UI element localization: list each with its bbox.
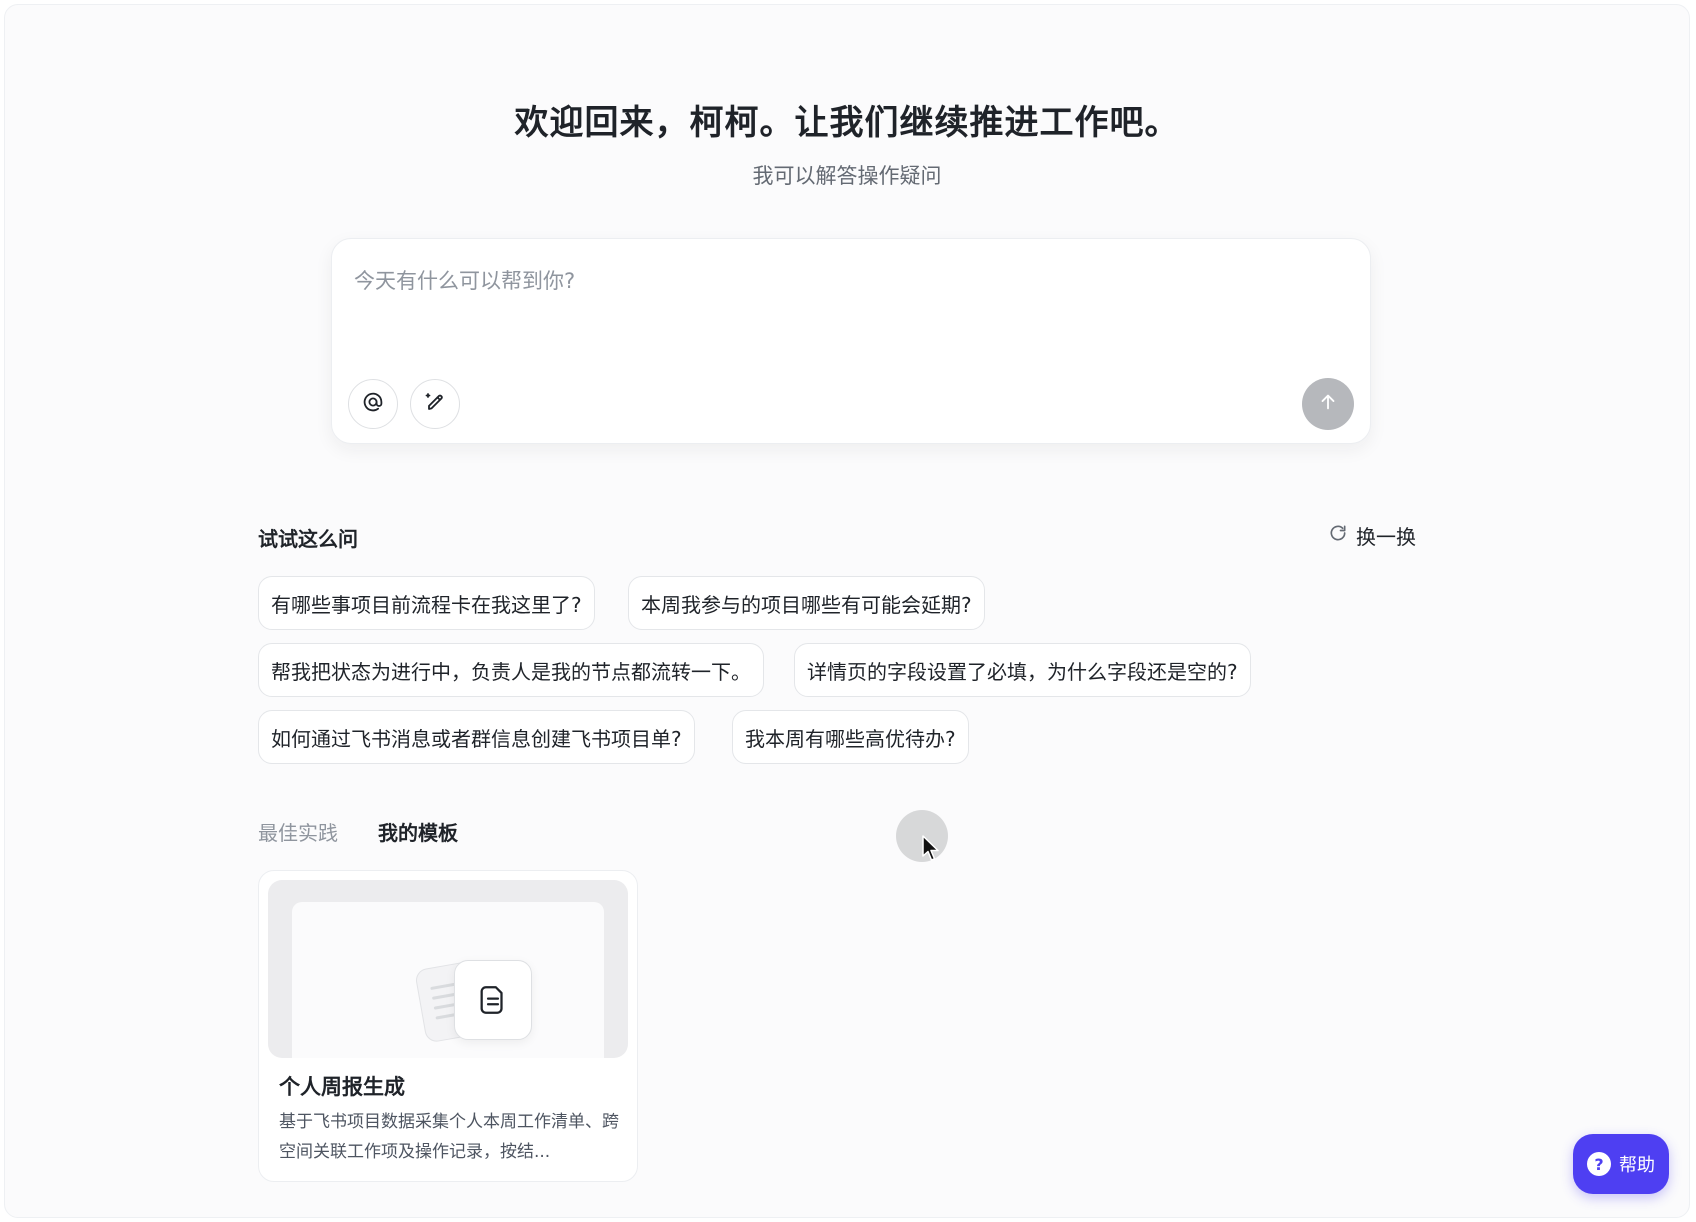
- tab-my-templates[interactable]: 我的模板: [378, 817, 458, 846]
- document-icon: [454, 960, 532, 1040]
- refresh-suggestions-button[interactable]: 换一换: [1328, 521, 1416, 550]
- suggestion-chip[interactable]: 本周我参与的项目哪些有可能会延期?: [628, 576, 985, 630]
- mouse-pointer-icon: [921, 835, 941, 863]
- magic-pen-icon: [423, 390, 447, 418]
- chat-composer: [331, 238, 1371, 444]
- page-title: 欢迎回来，柯柯。让我们继续推进工作吧。: [514, 103, 1180, 143]
- arrow-up-icon: [1317, 391, 1339, 417]
- template-tabs: 最佳实践 我的模板: [258, 817, 458, 846]
- chat-input[interactable]: [354, 265, 1254, 297]
- suggestion-chip[interactable]: 有哪些事项目前流程卡在我这里了?: [258, 576, 595, 630]
- template-card-description: 基于飞书项目数据采集个人本周工作清单、跨空间关联工作项及操作记录，按结...: [279, 1112, 619, 1162]
- refresh-icon: [1328, 523, 1348, 548]
- question-circle-icon: ?: [1587, 1152, 1611, 1176]
- send-button[interactable]: [1302, 378, 1354, 430]
- prompt-helper-button[interactable]: [410, 379, 460, 429]
- refresh-label: 换一换: [1356, 525, 1416, 549]
- page-frame: 欢迎回来，柯柯。让我们继续推进工作吧。 我可以解答操作疑问 试试这么问 换一换 …: [4, 4, 1690, 1218]
- mention-button[interactable]: [348, 379, 398, 429]
- template-card[interactable]: 个人周报生成 基于飞书项目数据采集个人本周工作清单、跨空间关联工作项及操作记录，…: [258, 870, 638, 1182]
- page-subtitle: 我可以解答操作疑问: [752, 164, 942, 188]
- help-label: 帮助: [1619, 1155, 1655, 1176]
- suggestions-title: 试试这么问: [258, 527, 358, 551]
- template-card-title: 个人周报生成: [279, 1075, 405, 1099]
- suggestion-chip[interactable]: 详情页的字段设置了必填，为什么字段还是空的?: [794, 643, 1251, 697]
- suggestion-chip[interactable]: 帮我把状态为进行中，负责人是我的节点都流转一下。: [258, 643, 764, 697]
- suggestion-chip[interactable]: 如何通过飞书消息或者群信息创建飞书项目单?: [258, 710, 695, 764]
- suggestion-chip[interactable]: 我本周有哪些高优待办?: [732, 710, 969, 764]
- tab-best-practices[interactable]: 最佳实践: [258, 817, 338, 846]
- at-sign-icon: [361, 390, 385, 418]
- template-card-preview: [268, 880, 628, 1058]
- help-button[interactable]: ? 帮助: [1573, 1134, 1669, 1194]
